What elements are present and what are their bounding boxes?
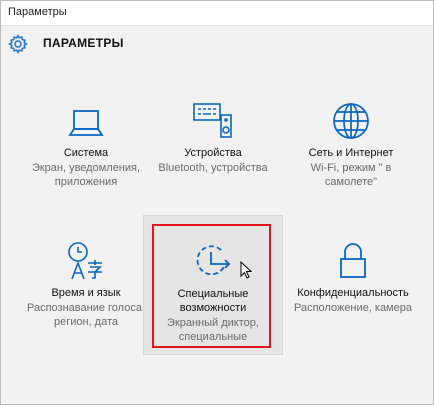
tile-description: Распознавание голоса, <box>27 302 145 314</box>
tile-ease-of-access[interactable]: Специальные возможности Экранный диктор,… <box>143 215 283 355</box>
tile-label: Время и язык <box>51 287 121 299</box>
ease-of-access-icon <box>196 245 231 276</box>
tile-description: Расположение, камера <box>294 302 412 314</box>
tile-label: Специальные <box>177 288 249 300</box>
lock-icon <box>340 243 366 278</box>
tile-description: Экран, уведомления, <box>31 162 141 174</box>
tile-label: возможности <box>179 302 247 314</box>
time-language-icon <box>68 242 102 280</box>
tile-label: Сеть и Интернет <box>308 147 394 159</box>
settings-header: ПАРАМЕТРЫ <box>1 26 433 64</box>
tile-time-language[interactable]: Время и язык Распознавание голоса, регио… <box>16 241 156 381</box>
tile-description: самолете" <box>324 176 378 188</box>
title-bar[interactable]: Параметры <box>1 1 433 26</box>
tile-label: Устройства <box>184 147 242 159</box>
tile-description: специальные <box>178 331 248 343</box>
tile-description: Wi-Fi, режим " в <box>310 162 392 174</box>
tile-privacy[interactable]: Конфиденциальность Расположение, камера <box>283 241 423 381</box>
tile-description: Bluetooth, устройства <box>158 162 268 174</box>
laptop-icon <box>68 110 104 136</box>
mouse-cursor-icon <box>240 261 252 279</box>
settings-window: Параметры ПАРАМЕТРЫ Система Экран, уведо… <box>0 0 434 405</box>
tile-description: Экранный диктор, <box>167 317 259 329</box>
gear-icon <box>8 34 28 54</box>
tile-network[interactable]: Сеть и Интернет Wi-Fi, режим " в самолет… <box>281 101 421 241</box>
window-title: Параметры <box>8 6 67 18</box>
devices-icon <box>193 103 232 138</box>
tile-label: Система <box>63 147 109 159</box>
page-heading: ПАРАМЕТРЫ <box>43 36 124 50</box>
tile-system[interactable]: Система Экран, уведомления, приложения <box>16 101 156 241</box>
tile-label: Конфиденциальность <box>297 287 409 299</box>
tile-description: регион, дата <box>53 316 119 328</box>
tile-description: приложения <box>54 176 118 188</box>
globe-icon <box>333 103 369 139</box>
